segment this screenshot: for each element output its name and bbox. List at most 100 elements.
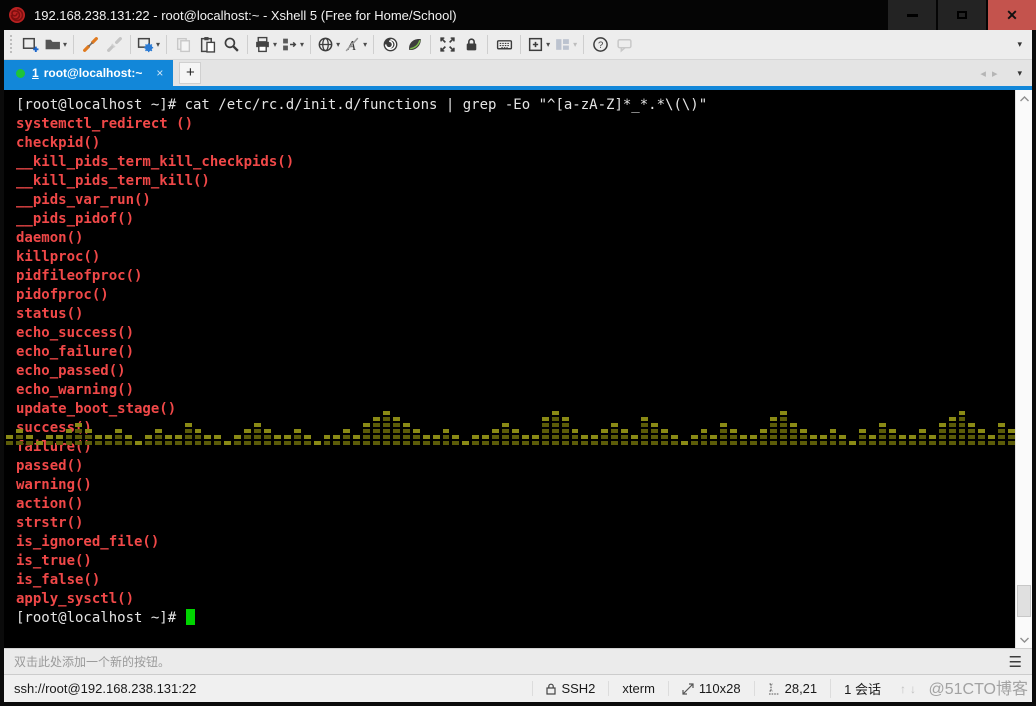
svg-text:?: ?: [598, 40, 603, 51]
connect-button[interactable]: [78, 32, 102, 58]
toolbar-separator: [520, 35, 521, 54]
transfer-button[interactable]: ▾: [279, 32, 306, 58]
print-dropdown-arrow[interactable]: ▾: [273, 40, 277, 49]
xshell-logo-icon: [8, 6, 26, 24]
toolbar-overflow-arrow[interactable]: ▾: [1017, 39, 1022, 50]
font-button[interactable]: A ▾: [342, 32, 369, 58]
ssh-lock-icon: [546, 683, 556, 695]
help-icon: ?: [592, 36, 609, 53]
toolbar-separator: [310, 35, 311, 54]
command-line: [root@localhost ~]# cat /etc/rc.d/init.d…: [16, 96, 1015, 115]
function-output-line: warning(): [16, 476, 1015, 495]
close-icon: ✕: [1006, 8, 1018, 22]
toolbar-separator: [130, 35, 131, 54]
xshell-window: 192.168.238.131:22 - root@localhost:~ - …: [0, 0, 1036, 706]
function-output-line: is_ignored_file(): [16, 533, 1015, 552]
maximize-button[interactable]: [938, 0, 986, 30]
disconnect-button[interactable]: [102, 32, 126, 58]
print-icon: [254, 36, 271, 53]
new-window-dropdown-arrow[interactable]: ▾: [546, 40, 550, 49]
minimize-button[interactable]: [888, 0, 936, 30]
function-output-line: echo_success(): [16, 324, 1015, 343]
toolbar-drag-handle[interactable]: [8, 35, 13, 55]
maximize-icon: [957, 11, 967, 19]
tab-prev-icon[interactable]: ◂: [980, 67, 986, 80]
window-title: 192.168.238.131:22 - root@localhost:~ - …: [34, 8, 457, 23]
transfer-dropdown-arrow[interactable]: ▾: [300, 40, 304, 49]
disconnect-icon: [106, 36, 123, 53]
equalizer-bar: [6, 433, 13, 445]
function-output-line: __kill_pids_term_kill_checkpids(): [16, 153, 1015, 172]
find-icon: [223, 36, 240, 53]
fullscreen-button[interactable]: [435, 32, 459, 58]
terminal-type-indicator: xterm: [608, 681, 668, 696]
copy-icon: [175, 36, 192, 53]
function-output-line: is_true(): [16, 552, 1015, 571]
function-output-line: is_false(): [16, 571, 1015, 590]
toolbar-separator: [430, 35, 431, 54]
tab-menu-arrow-icon[interactable]: ▾: [1017, 68, 1022, 79]
new-tab-button[interactable]: +: [179, 62, 201, 84]
virtual-keyboard-button[interactable]: [492, 32, 516, 58]
scrollbar-thumb[interactable]: [1017, 585, 1031, 617]
tile-windows-dropdown-arrow[interactable]: ▾: [573, 40, 577, 49]
tab-close-icon[interactable]: ×: [156, 66, 163, 80]
print-button[interactable]: ▾: [252, 32, 279, 58]
session-properties-icon: [137, 36, 154, 53]
xftp-icon: [406, 36, 423, 53]
scroll-up-icon[interactable]: [1016, 90, 1033, 107]
xftp-button[interactable]: [402, 32, 426, 58]
quick-button-bar[interactable]: 双击此处添加一个新的按钮。 ☰: [4, 648, 1032, 674]
status-right-group: SSH2 xterm 110x28 28,21 1 会话 ↑↓: [532, 679, 926, 698]
connect-icon: [82, 36, 99, 53]
scroll-down-icon[interactable]: [1016, 631, 1033, 648]
font-dropdown-arrow[interactable]: ▾: [363, 40, 367, 49]
function-output-line: apply_sysctl(): [16, 590, 1015, 609]
encoding-dropdown-arrow[interactable]: ▾: [336, 40, 340, 49]
connection-url: ssh://root@192.168.238.131:22: [14, 681, 196, 696]
51cto-watermark: @51CTO博客: [928, 675, 1028, 699]
open-session-button[interactable]: ▾: [42, 32, 69, 58]
toolbar-separator: [247, 35, 248, 54]
function-output-line: checkpid(): [16, 134, 1015, 153]
close-button[interactable]: ✕: [988, 0, 1036, 30]
transfer-updown-icons: ↑↓: [894, 682, 926, 696]
cursor-position-indicator: 28,21: [754, 681, 831, 696]
function-output-line: passed(): [16, 457, 1015, 476]
session-properties-button[interactable]: ▾: [135, 32, 162, 58]
fullscreen-icon: [439, 36, 456, 53]
quick-bar-menu-icon[interactable]: ☰: [1009, 653, 1022, 671]
terminal-scrollbar[interactable]: [1015, 90, 1032, 648]
window-controls: ✕: [886, 0, 1036, 30]
status-bar: ssh://root@192.168.238.131:22 SSH2 xterm…: [4, 674, 1032, 702]
title-bar: 192.168.238.131:22 - root@localhost:~ - …: [0, 0, 1036, 30]
xshell-button[interactable]: [378, 32, 402, 58]
session-properties-dropdown-arrow[interactable]: ▾: [156, 40, 160, 49]
tile-windows-button[interactable]: ▾: [552, 32, 579, 58]
protocol-indicator: SSH2: [532, 681, 608, 696]
new-session-icon: [22, 36, 39, 53]
function-output-line: pidfileofproc(): [16, 267, 1015, 286]
toolbar-separator: [583, 35, 584, 54]
find-button[interactable]: [219, 32, 243, 58]
open-session-dropdown-arrow[interactable]: ▾: [63, 40, 67, 49]
lock-button[interactable]: [459, 32, 483, 58]
function-output-line: killproc(): [16, 248, 1015, 267]
feedback-button[interactable]: [612, 32, 636, 58]
new-window-button[interactable]: ▾: [525, 32, 552, 58]
paste-button[interactable]: [195, 32, 219, 58]
new-session-button[interactable]: [18, 32, 42, 58]
keyboard-icon: [496, 36, 513, 53]
copy-button[interactable]: [171, 32, 195, 58]
lock-icon: [463, 36, 480, 53]
function-output-line: success(): [16, 419, 1015, 438]
encoding-button[interactable]: ▾: [315, 32, 342, 58]
tab-root-localhost[interactable]: 1 root@localhost:~ ×: [4, 60, 173, 86]
function-output-line: echo_failure(): [16, 343, 1015, 362]
terminal-type-label: xterm: [622, 681, 655, 696]
toolbar-separator: [487, 35, 488, 54]
tab-next-icon[interactable]: ▸: [992, 67, 998, 80]
terminal[interactable]: [root@localhost ~]# cat /etc/rc.d/init.d…: [4, 90, 1015, 648]
help-button[interactable]: ?: [588, 32, 612, 58]
function-output-line: action(): [16, 495, 1015, 514]
